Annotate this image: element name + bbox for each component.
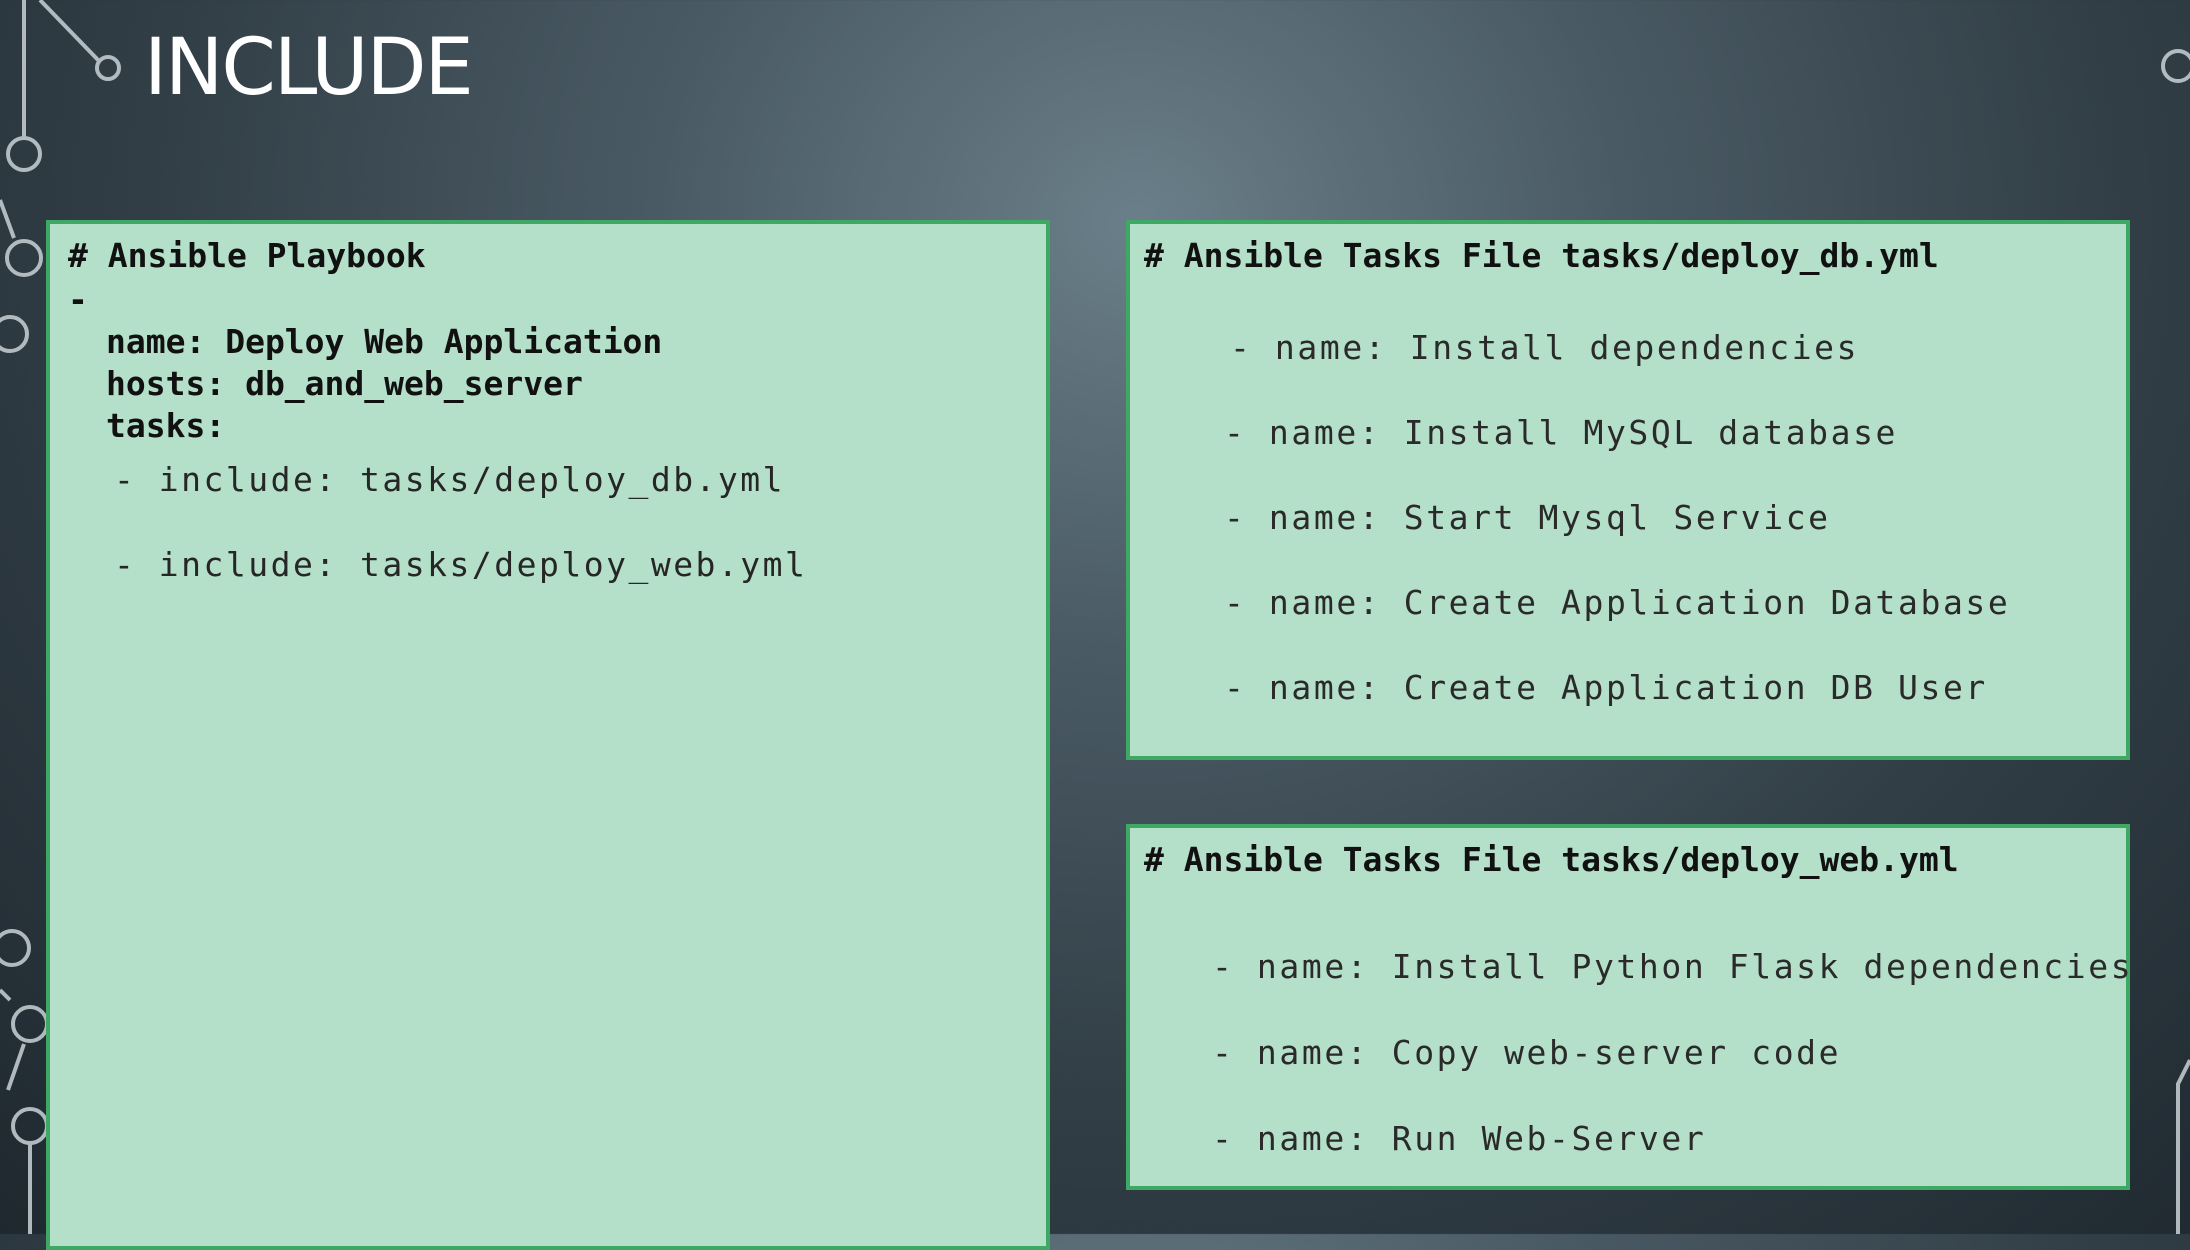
- deploy-web-comment: # Ansible Tasks File tasks/deploy_web.ym…: [1144, 840, 1959, 879]
- playbook-list-dash: -: [68, 280, 88, 319]
- playbook-name-line: name: Deploy Web Application: [106, 322, 663, 361]
- deploy-db-task-3: - name: Start Mysql Service: [1224, 498, 1831, 537]
- include-db-line: - include: tasks/deploy_db.yml: [114, 460, 786, 499]
- playbook-hosts-line: hosts: db_and_web_server: [106, 364, 583, 403]
- playbook-tasks-line: tasks:: [106, 406, 226, 445]
- deploy-db-code-panel: # Ansible Tasks File tasks/deploy_db.yml…: [1126, 220, 2130, 760]
- playbook-code-panel: # Ansible Playbook - name: Deploy Web Ap…: [46, 220, 1050, 1250]
- deploy-db-task-2: - name: Install MySQL database: [1224, 413, 1899, 452]
- playbook-comment: # Ansible Playbook: [68, 236, 426, 275]
- deploy-db-task-4: - name: Create Application Database: [1224, 583, 2011, 622]
- include-web-line: - include: tasks/deploy_web.yml: [114, 545, 808, 584]
- slide-title: INCLUDE: [144, 23, 474, 113]
- deploy-db-task-1: - name: Install dependencies: [1230, 328, 1860, 367]
- deploy-web-task-1: - name: Install Python Flask dependencie…: [1212, 947, 2134, 986]
- deploy-web-task-2: - name: Copy web-server code: [1212, 1033, 1842, 1072]
- deploy-web-code-panel: # Ansible Tasks File tasks/deploy_web.ym…: [1126, 824, 2134, 1190]
- deploy-web-task-3: - name: Run Web-Server: [1212, 1119, 1707, 1158]
- deploy-db-task-5: - name: Create Application DB User: [1224, 668, 1988, 707]
- deploy-db-comment: # Ansible Tasks File tasks/deploy_db.yml: [1144, 236, 1939, 275]
